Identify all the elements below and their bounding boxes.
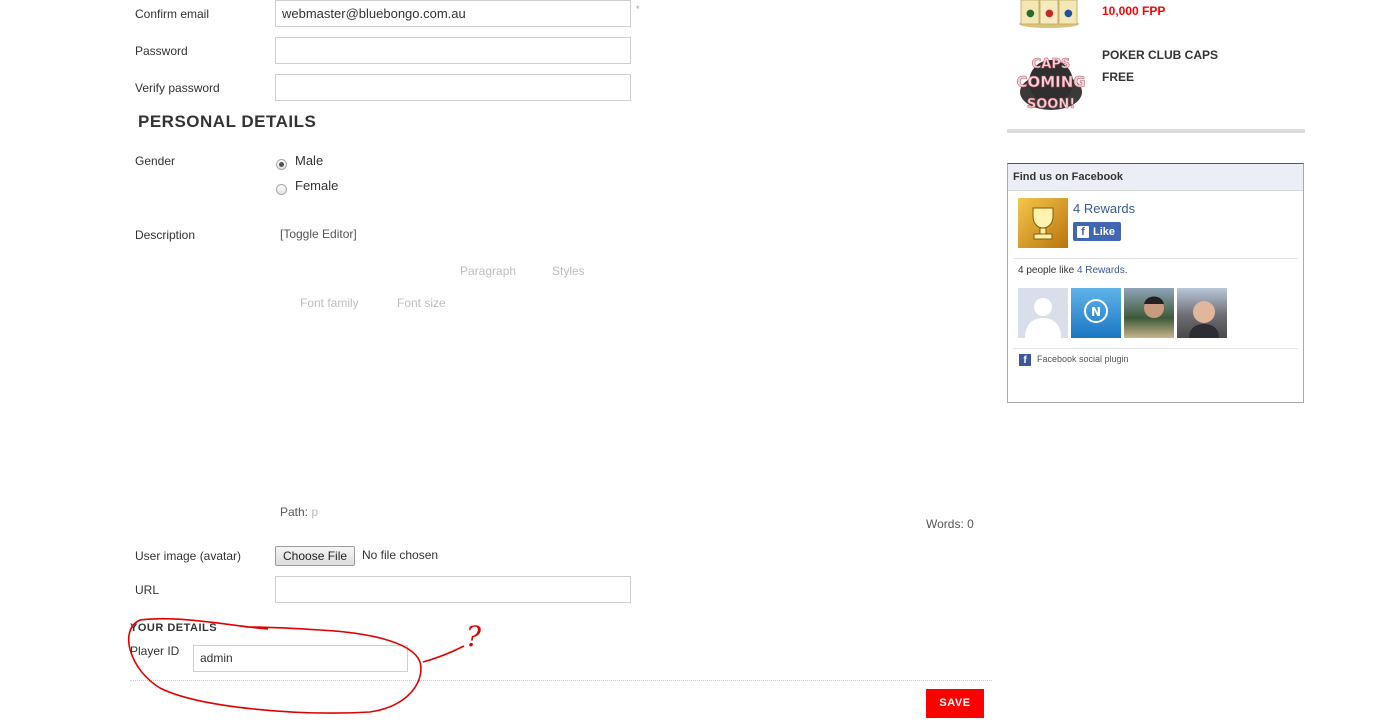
facebook-small-icon: f: [1019, 354, 1031, 366]
rewards-divider: [1007, 129, 1305, 133]
trophy-icon[interactable]: [1018, 198, 1068, 248]
people-like-page-link[interactable]: 4 Rewards: [1077, 265, 1125, 276]
fan-avatar-1[interactable]: [1018, 288, 1068, 338]
mahjong-tiles-icon: ● ● ●: [1017, 0, 1082, 28]
caps-text-3: SOON!: [1027, 97, 1075, 112]
facebook-like-label: Like: [1093, 225, 1116, 238]
svg-text:●: ●: [1026, 8, 1035, 19]
facebook-divider-1: [1013, 258, 1298, 259]
annotation-question-mark: ?: [466, 620, 482, 653]
reward-price-2: FREE: [1102, 70, 1135, 84]
fan-avatar-3[interactable]: [1124, 288, 1174, 338]
facebook-people-like-text: 4 people like 4 Rewards.: [1018, 265, 1128, 276]
svg-text:●: ●: [1064, 8, 1073, 19]
facebook-like-box: Find us on Facebook 4 Rewards f Like 4 p…: [1007, 163, 1304, 403]
people-like-prefix: 4 people like: [1018, 265, 1075, 276]
caps-text-2: COMING: [1017, 73, 1085, 91]
fan-avatar-2[interactable]: N: [1071, 288, 1121, 338]
facebook-page-name-link[interactable]: 4 Rewards: [1073, 201, 1135, 216]
facebook-f-icon: f: [1077, 225, 1089, 238]
facebook-social-plugin-link[interactable]: Facebook social plugin: [1037, 354, 1129, 364]
facebook-divider-2: [1013, 348, 1298, 349]
caps-text-1: CAPS: [1032, 57, 1071, 72]
facebook-like-button[interactable]: f Like: [1073, 222, 1122, 241]
people-like-suffix: .: [1124, 265, 1128, 276]
svg-text:●: ●: [1045, 8, 1054, 19]
reward-name-2[interactable]: POKER CLUB CAPS: [1102, 48, 1218, 62]
facebook-box-header: Find us on Facebook: [1008, 164, 1303, 191]
reward-price-1: 10,000 FPP: [1102, 4, 1166, 18]
svg-text:N: N: [1091, 305, 1101, 319]
fan-avatar-4[interactable]: [1177, 288, 1227, 338]
caps-coming-soon-image: CAPS COMING SOON!: [1016, 48, 1086, 116]
